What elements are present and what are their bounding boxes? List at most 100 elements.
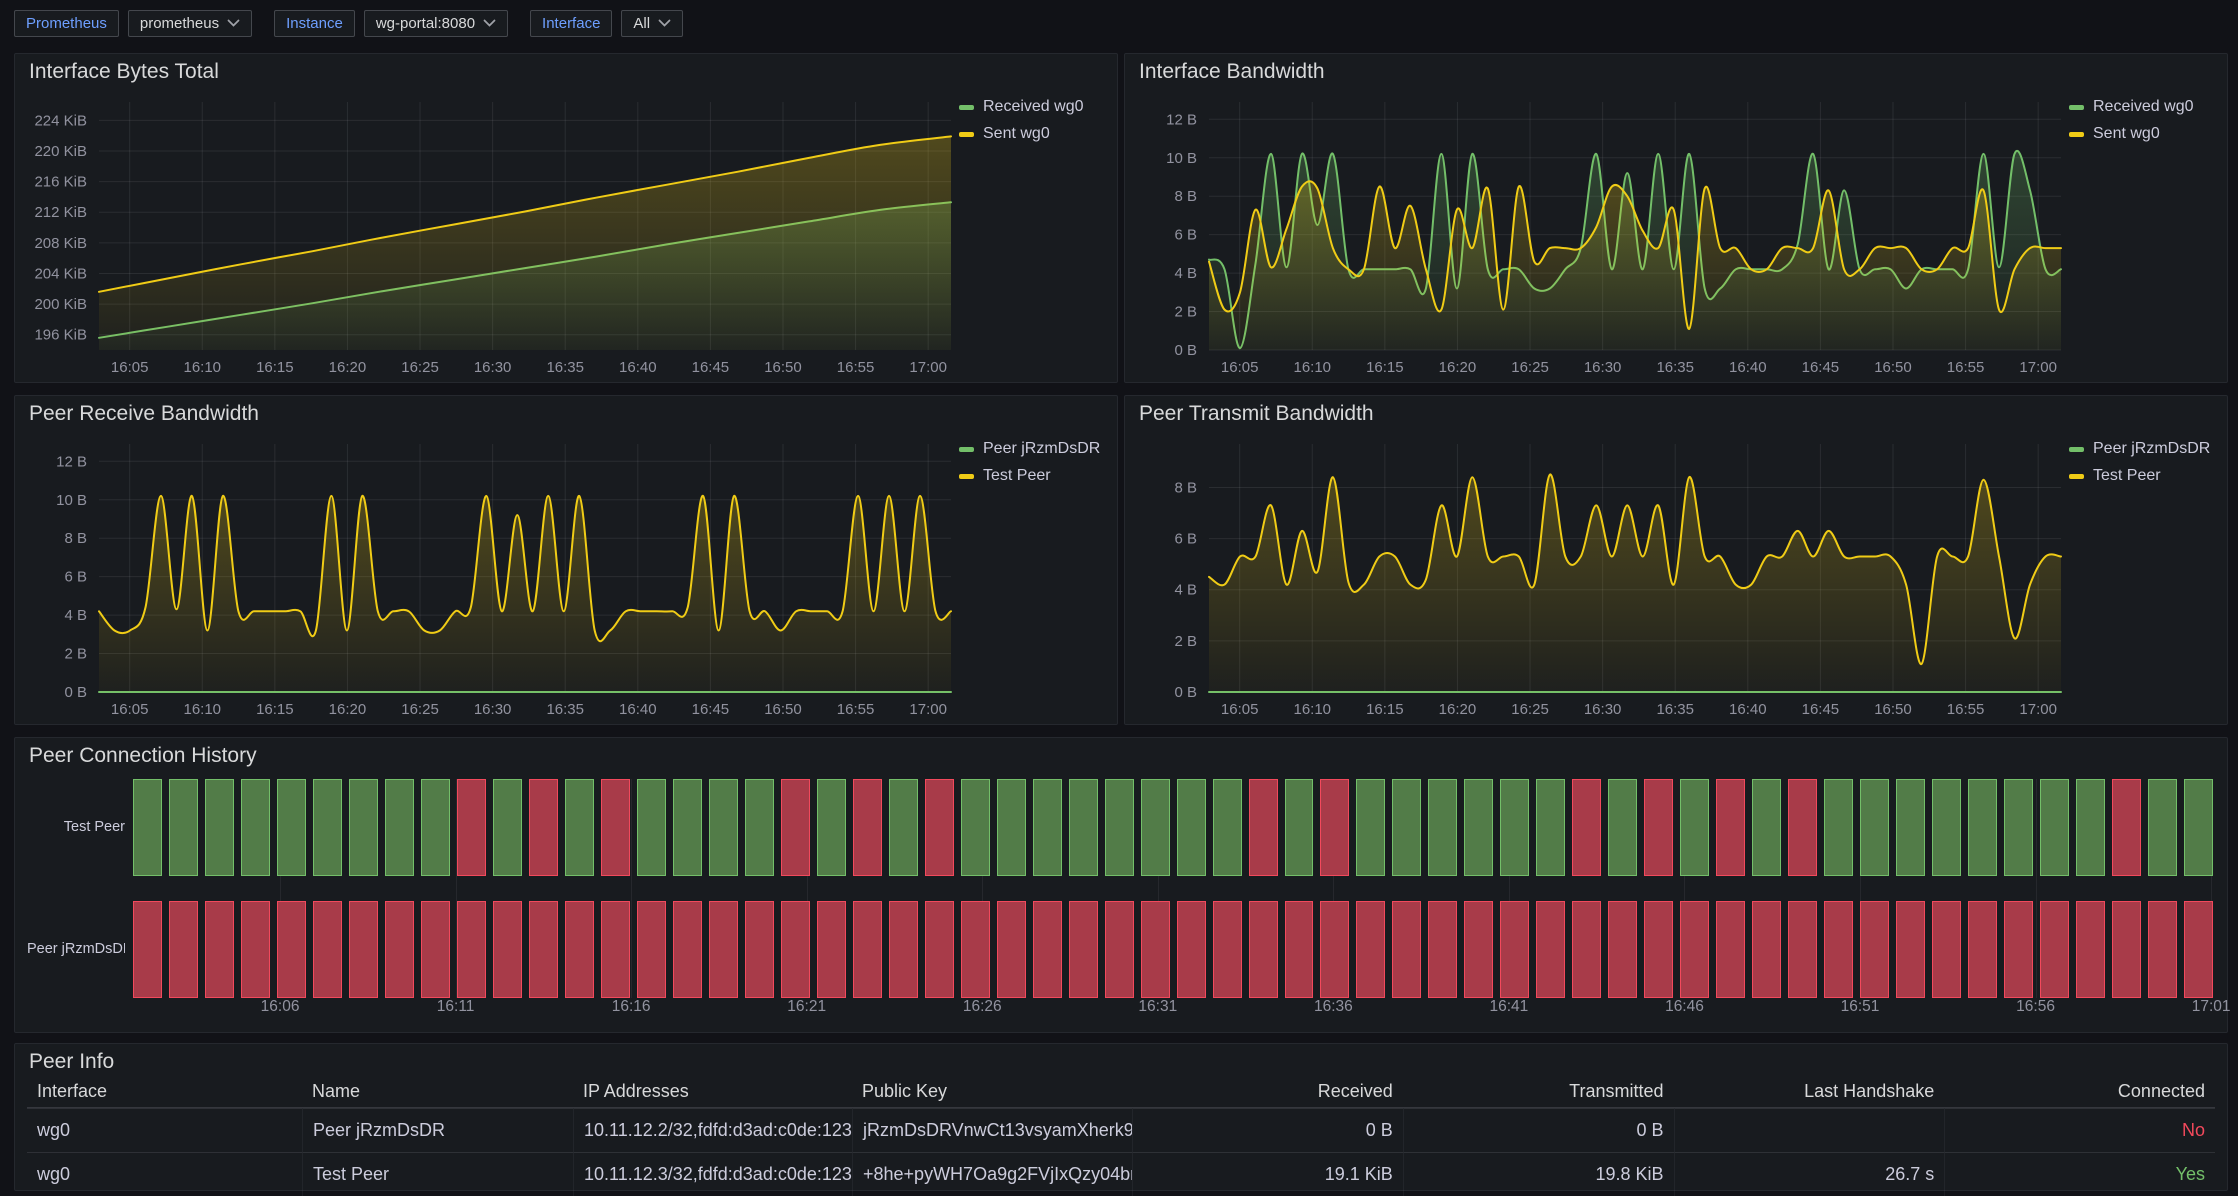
state-cell-disconnected bbox=[1428, 901, 1457, 998]
column-header-ip-addresses[interactable]: IP Addresses bbox=[573, 1076, 852, 1107]
x-axis-label: 16:55 bbox=[837, 701, 875, 718]
state-cell-disconnected bbox=[1356, 901, 1385, 998]
legend-item-test-peer[interactable]: Test Peer bbox=[2069, 467, 2227, 485]
state-cell-disconnected bbox=[2004, 901, 2033, 998]
y-axis-label: 10 B bbox=[56, 492, 87, 509]
timeline-axis-label: 16:26 bbox=[963, 998, 1002, 1016]
state-timeline[interactable]: 16:0616:1116:1616:2116:2616:3116:3616:41… bbox=[27, 738, 2215, 1032]
panel-title-peer-transmit-bandwidth[interactable]: Peer Transmit Bandwidth bbox=[1125, 396, 2227, 430]
series-color-swatch bbox=[2069, 474, 2084, 479]
var-picker-prometheus[interactable]: prometheus bbox=[128, 10, 252, 37]
x-axis-label: 16:35 bbox=[1656, 359, 1694, 376]
y-axis-label: 0 B bbox=[64, 684, 87, 701]
variable-group-prometheus: Prometheusprometheus bbox=[14, 10, 252, 37]
legend-item-peer-jrzmdsdr[interactable]: Peer jRzmDsDR bbox=[2069, 440, 2227, 458]
column-header-received[interactable]: Received bbox=[1132, 1076, 1403, 1107]
legend-label: Test Peer bbox=[983, 467, 1051, 485]
y-axis-label: 4 B bbox=[1174, 582, 1197, 599]
y-axis-label: 6 B bbox=[1174, 531, 1197, 548]
state-cell-disconnected bbox=[1716, 779, 1745, 876]
legend-item-received-wg0[interactable]: Received wg0 bbox=[2069, 98, 2227, 116]
chevron-down-icon bbox=[483, 19, 496, 27]
column-header-name[interactable]: Name bbox=[302, 1076, 573, 1107]
state-cell-disconnected bbox=[529, 901, 558, 998]
legend-item-peer-jrzmdsdr[interactable]: Peer jRzmDsDR bbox=[959, 440, 1117, 458]
panel-title-interface-bytes-total[interactable]: Interface Bytes Total bbox=[15, 54, 1117, 88]
state-cell-disconnected bbox=[1644, 779, 1673, 876]
chart-legend: Received wg0 Sent wg0 bbox=[959, 90, 1117, 380]
state-cell-connected bbox=[241, 779, 270, 876]
state-cell-connected bbox=[889, 779, 918, 876]
y-axis-label: 4 B bbox=[64, 607, 87, 624]
timeline-axis-label: 16:11 bbox=[437, 998, 475, 1016]
var-picker-interface[interactable]: All bbox=[621, 10, 683, 37]
panel-title-interface-bandwidth[interactable]: Interface Bandwidth bbox=[1125, 54, 2227, 88]
legend-item-test-peer[interactable]: Test Peer bbox=[959, 467, 1117, 485]
y-axis-label: 0 B bbox=[1174, 342, 1197, 359]
x-axis-label: 17:00 bbox=[909, 701, 947, 718]
legend-label: Sent wg0 bbox=[2093, 125, 2160, 143]
timeline-axis-label: 16:16 bbox=[612, 998, 651, 1016]
state-cell-disconnected bbox=[853, 779, 882, 876]
column-header-public-key[interactable]: Public Key bbox=[852, 1076, 1132, 1107]
x-axis-label: 16:50 bbox=[1874, 359, 1912, 376]
panel-title-peer-receive-bandwidth[interactable]: Peer Receive Bandwidth bbox=[15, 396, 1117, 430]
legend-item-sent-wg0[interactable]: Sent wg0 bbox=[2069, 125, 2227, 143]
column-header-transmitted[interactable]: Transmitted bbox=[1403, 1076, 1674, 1107]
legend-item-received-wg0[interactable]: Received wg0 bbox=[959, 98, 1117, 116]
y-axis-label: 200 KiB bbox=[34, 296, 87, 313]
x-axis-label: 17:00 bbox=[2019, 359, 2057, 376]
state-cell-connected bbox=[1608, 779, 1637, 876]
state-cell-disconnected bbox=[421, 901, 450, 998]
chart-canvas[interactable]: 12 B10 B8 B6 B4 B2 B0 B16:0516:1016:1516… bbox=[15, 432, 959, 722]
y-axis-label: 2 B bbox=[1174, 304, 1197, 321]
x-axis-label: 16:20 bbox=[329, 359, 367, 376]
y-axis-label: 220 KiB bbox=[34, 143, 87, 160]
timeline-axis-label: 17:01 bbox=[2192, 998, 2231, 1016]
state-cell-connected bbox=[1968, 779, 1997, 876]
x-axis-label: 16:05 bbox=[111, 359, 149, 376]
x-axis-label: 16:05 bbox=[111, 701, 149, 718]
column-header-last-handshake[interactable]: Last Handshake bbox=[1674, 1076, 1945, 1107]
y-axis-label: 212 KiB bbox=[34, 204, 87, 221]
chevron-down-icon bbox=[658, 19, 671, 27]
panel-peer-connection-history: Peer Connection History 16:0616:1116:161… bbox=[14, 737, 2228, 1033]
state-cell-connected bbox=[1464, 779, 1493, 876]
state-cell-disconnected bbox=[709, 901, 738, 998]
state-cell-disconnected bbox=[1320, 779, 1349, 876]
x-axis-label: 16:25 bbox=[401, 359, 439, 376]
chart-canvas[interactable]: 12 B10 B8 B6 B4 B2 B0 B16:0516:1016:1516… bbox=[1125, 90, 2069, 380]
y-axis-label: 12 B bbox=[56, 453, 87, 470]
peer-transmit-bandwidth-chart[interactable]: 8 B6 B4 B2 B0 B16:0516:1016:1516:2016:25… bbox=[1125, 432, 2069, 722]
cell-connected: Yes bbox=[1944, 1152, 2215, 1196]
x-axis-label: 16:15 bbox=[1366, 359, 1404, 376]
x-axis-label: 16:15 bbox=[1366, 701, 1404, 718]
state-cell-disconnected bbox=[1644, 901, 1673, 998]
legend-item-sent-wg0[interactable]: Sent wg0 bbox=[959, 125, 1117, 143]
state-cell-disconnected bbox=[673, 901, 702, 998]
state-cell-connected bbox=[709, 779, 738, 876]
state-cell-connected bbox=[1105, 779, 1134, 876]
interface-bytes-total-chart[interactable]: 224 KiB220 KiB216 KiB212 KiB208 KiB204 K… bbox=[15, 90, 959, 380]
var-label-instance: Instance bbox=[274, 10, 355, 37]
series-color-swatch bbox=[959, 447, 974, 452]
var-picker-instance[interactable]: wg-portal:8080 bbox=[364, 10, 508, 37]
legend-label: Test Peer bbox=[2093, 467, 2161, 485]
dashboard-variables-bar: Prometheusprometheus Instance wg-portal:80… bbox=[14, 8, 705, 38]
column-header-connected[interactable]: Connected bbox=[1944, 1076, 2215, 1107]
chart-canvas[interactable]: 8 B6 B4 B2 B0 B16:0516:1016:1516:2016:25… bbox=[1125, 432, 2069, 722]
panel-title-peer-info[interactable]: Peer Info bbox=[15, 1044, 2227, 1078]
legend-label: Received wg0 bbox=[983, 98, 1084, 116]
state-cell-disconnected bbox=[1141, 901, 1170, 998]
interface-bandwidth-chart[interactable]: 12 B10 B8 B6 B4 B2 B0 B16:0516:1016:1516… bbox=[1125, 90, 2069, 380]
x-axis-label: 16:45 bbox=[692, 701, 730, 718]
state-cell-disconnected bbox=[133, 901, 162, 998]
table-row: wg0Test Peer10.11.12.3/32,fdfd:d3ad:c0de… bbox=[27, 1152, 2215, 1196]
chart-canvas[interactable]: 224 KiB220 KiB216 KiB212 KiB208 KiB204 K… bbox=[15, 90, 959, 380]
peer-receive-bandwidth-chart[interactable]: 12 B10 B8 B6 B4 B2 B0 B16:0516:1016:1516… bbox=[15, 432, 959, 722]
x-axis-label: 16:50 bbox=[764, 359, 802, 376]
state-cell-disconnected bbox=[1213, 901, 1242, 998]
column-header-interface[interactable]: Interface bbox=[27, 1076, 302, 1107]
timeline-axis-label: 16:06 bbox=[261, 998, 300, 1016]
timeline-row-label-test-peer: Test Peer bbox=[27, 779, 125, 876]
